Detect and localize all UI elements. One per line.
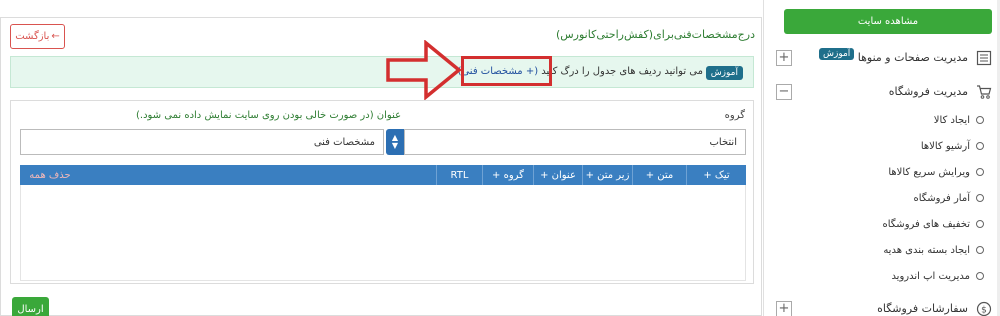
- circle-icon: [976, 194, 984, 202]
- title-row: درج‌مشخصات‌فنی‌برای(کفش‌راحتی‌کانورس) با…: [1, 18, 761, 52]
- teach-badge-sidebar[interactable]: آموزش: [819, 48, 855, 60]
- col-text[interactable]: + متن: [632, 165, 686, 185]
- back-button[interactable]: بازگشت ←: [10, 24, 65, 49]
- sidebar-subitem-quick-edit[interactable]: ویرایش سریع کالاها: [888, 162, 984, 182]
- circle-icon: [976, 168, 984, 176]
- svg-text:$: $: [981, 306, 987, 316]
- circle-icon: [976, 246, 984, 254]
- store-mgmt-label: مدیریت فروشگاه: [888, 85, 968, 98]
- sidebar-item-orders[interactable]: + سفارشات فروشگاه $: [764, 297, 1000, 316]
- hint-text: می توانید ردیف های جدول را درگ کنید: [541, 66, 703, 77]
- group-label: گروه: [724, 110, 745, 121]
- view-site-button[interactable]: مشاهده سایت: [784, 9, 992, 34]
- sidebar-item-store-mgmt[interactable]: − مدیریت فروشگاه: [764, 80, 1000, 106]
- sidebar-subitem-android-app[interactable]: مدیریت اپ اندروید: [891, 266, 984, 286]
- send-button[interactable]: ارسال: [12, 297, 49, 316]
- list-icon: [976, 50, 992, 66]
- collapse-minus-icon[interactable]: −: [776, 84, 792, 100]
- subitem-label: ویرایش سریع کالاها: [888, 166, 970, 178]
- hint-box: آموزش می توانید ردیف های جدول را درگ کنی…: [10, 56, 754, 88]
- highlight-box: [461, 56, 552, 86]
- back-label: بازگشت: [15, 31, 50, 42]
- circle-icon: [976, 116, 984, 124]
- subitem-label: تخفیف های فروشگاه: [882, 218, 971, 230]
- title-input-value: مشخصات فنی: [313, 136, 375, 148]
- subitem-label: آمار فروشگاه: [913, 192, 970, 204]
- sidebar-subitem-archive[interactable]: آرشیو کالاها: [921, 136, 984, 156]
- circle-icon: [976, 142, 984, 150]
- sidebar: مشاهده سایت آموزش + مدیریت صفحات و منوها…: [763, 0, 1000, 316]
- expand-plus-icon[interactable]: +: [776, 50, 792, 66]
- expand-plus-icon[interactable]: +: [776, 301, 792, 316]
- group-select-value: انتخاب: [709, 136, 738, 148]
- col-tick[interactable]: + تیک: [686, 165, 746, 185]
- select-updown-icon[interactable]: ▲ ▼: [386, 129, 404, 155]
- specs-table-header: + تیک + متن + زیر متن + عنوان + گروه RTL…: [20, 165, 746, 185]
- col-title[interactable]: + عنوان: [533, 165, 582, 185]
- annotation-arrow-icon: [386, 40, 462, 100]
- specs-form: گروه عنوان (در صورت خالی بودن روی سایت ن…: [10, 100, 754, 284]
- orders-label: سفارشات فروشگاه: [877, 302, 968, 315]
- sidebar-subitem-discounts[interactable]: تخفیف های فروشگاه: [882, 214, 984, 234]
- teach-badge[interactable]: آموزش: [705, 66, 743, 80]
- page-title: درج‌مشخصات‌فنی‌برای(کفش‌راحتی‌کانورس): [555, 28, 755, 41]
- col-group[interactable]: + گروه: [482, 165, 533, 185]
- specs-table-body: [20, 185, 746, 281]
- arrow-left-icon: ←: [51, 31, 60, 42]
- sidebar-subitem-create-product[interactable]: ایجاد کالا: [934, 110, 984, 130]
- col-rtl[interactable]: RTL: [436, 165, 482, 185]
- dollar-circle-icon: $: [976, 301, 992, 316]
- title-input[interactable]: مشخصات فنی: [20, 129, 384, 155]
- col-subtext[interactable]: + زیر متن: [582, 165, 632, 185]
- main-panel: درج‌مشخصات‌فنی‌برای(کفش‌راحتی‌کانورس) با…: [0, 17, 762, 316]
- subitem-label: آرشیو کالاها: [920, 140, 970, 152]
- subitem-label: مدیریت اپ اندروید: [891, 270, 970, 282]
- sidebar-subitem-gift-wrap[interactable]: ایجاد بسته بندی هدیه: [883, 240, 984, 260]
- group-select[interactable]: انتخاب: [404, 129, 746, 155]
- app-root: درج‌مشخصات‌فنی‌برای(کفش‌راحتی‌کانورس) با…: [0, 0, 1000, 316]
- pages-menu-label: مدیریت صفحات و منوها: [857, 51, 968, 64]
- subitem-label: ایجاد کالا: [933, 114, 970, 126]
- circle-icon: [976, 220, 984, 228]
- sidebar-subitem-stats[interactable]: آمار فروشگاه: [913, 188, 984, 208]
- cart-icon: [977, 85, 992, 99]
- subitem-label: ایجاد بسته بندی هدیه: [883, 244, 970, 256]
- delete-all-button[interactable]: حذف همه: [20, 165, 80, 185]
- circle-icon: [976, 272, 984, 280]
- sidebar-item-pages-menus[interactable]: آموزش + مدیریت صفحات و منوها: [764, 46, 1000, 72]
- title-label: عنوان (در صورت خالی بودن روی سایت نمایش …: [136, 110, 402, 121]
